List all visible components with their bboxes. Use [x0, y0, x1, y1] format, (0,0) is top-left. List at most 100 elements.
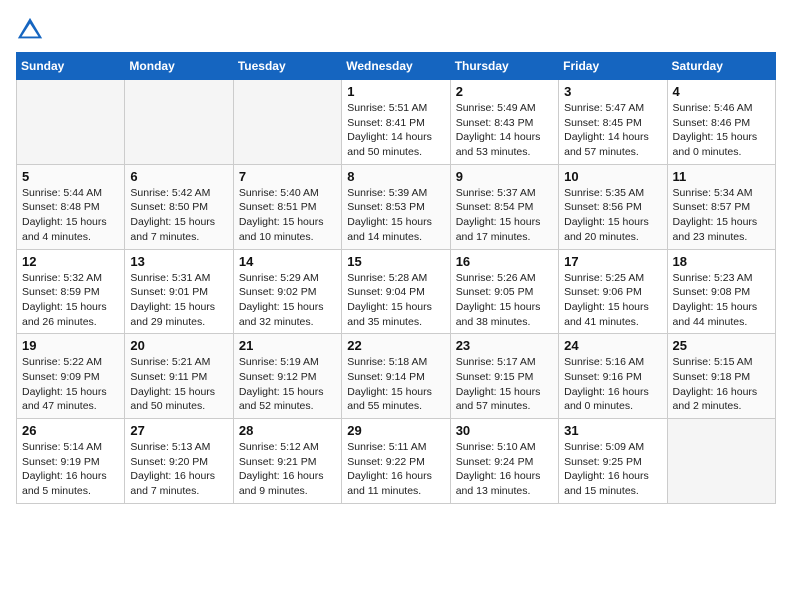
calendar-cell: 18 Sunrise: 5:23 AMSunset: 9:08 PMDayligh…	[667, 249, 775, 334]
day-number: 29	[347, 423, 444, 438]
calendar-cell: 25 Sunrise: 5:15 AMSunset: 9:18 PMDayligh…	[667, 334, 775, 419]
day-number: 24	[564, 338, 661, 353]
day-info: Sunrise: 5:29 AMSunset: 9:02 PMDaylight:…	[239, 271, 336, 330]
calendar-cell: 20Sunrise: 5:21 AMSunset: 9:11 PMDayligh…	[125, 334, 233, 419]
calendar-cell: 5 Sunrise: 5:44 AMSunset: 8:48 PMDaylight…	[17, 164, 125, 249]
day-number: 18	[673, 254, 770, 269]
calendar-cell: 13 Sunrise: 5:31 AMSunset: 9:01 PMDayligh…	[125, 249, 233, 334]
calendar-cell: 16 Sunrise: 5:26 AMSunset: 9:05 PMDayligh…	[450, 249, 558, 334]
day-info: Sunrise: 5:10 AMSunset: 9:24 PMDaylight:…	[456, 440, 553, 499]
day-info: Sunrise: 5:49 AMSunset: 8:43 PMDaylight:…	[456, 101, 553, 160]
day-number: 3	[564, 84, 661, 99]
calendar-cell: 31 Sunrise: 5:09 AMSunset: 9:25 PMDayligh…	[559, 419, 667, 504]
weekday-header-tuesday: Tuesday	[233, 53, 341, 80]
weekday-header-sunday: Sunday	[17, 53, 125, 80]
calendar-cell	[233, 80, 341, 165]
day-info: Sunrise: 5:39 AMSunset: 8:53 PMDaylight:…	[347, 186, 444, 245]
day-info: Sunrise: 5:13 AMSunset: 9:20 PMDaylight:…	[130, 440, 227, 499]
day-number: 9	[456, 169, 553, 184]
calendar-cell	[667, 419, 775, 504]
day-info: Sunrise: 5:12 AMSunset: 9:21 PMDaylight:…	[239, 440, 336, 499]
calendar-cell: 1 Sunrise: 5:51 AMSunset: 8:41 PMDaylight…	[342, 80, 450, 165]
calendar-cell: 7 Sunrise: 5:40 AMSunset: 8:51 PMDaylight…	[233, 164, 341, 249]
day-info: Sunrise: 5:40 AMSunset: 8:51 PMDaylight:…	[239, 186, 336, 245]
day-number: 13	[130, 254, 227, 269]
day-info: Sunrise: 5:19 AMSunset: 9:12 PMDaylight:…	[239, 355, 336, 414]
day-number: 1	[347, 84, 444, 99]
calendar-cell: 29 Sunrise: 5:11 AMSunset: 9:22 PMDayligh…	[342, 419, 450, 504]
day-info: Sunrise: 5:51 AMSunset: 8:41 PMDaylight:…	[347, 101, 444, 160]
day-info: Sunrise: 5:26 AMSunset: 9:05 PMDaylight:…	[456, 271, 553, 330]
calendar-cell: 9Sunrise: 5:37 AMSunset: 8:54 PMDaylight…	[450, 164, 558, 249]
day-info: Sunrise: 5:21 AMSunset: 9:11 PMDaylight:…	[130, 355, 227, 414]
day-number: 27	[130, 423, 227, 438]
calendar-cell: 14 Sunrise: 5:29 AMSunset: 9:02 PMDayligh…	[233, 249, 341, 334]
day-info: Sunrise: 5:28 AMSunset: 9:04 PMDaylight:…	[347, 271, 444, 330]
logo	[16, 16, 48, 44]
day-number: 10	[564, 169, 661, 184]
day-info: Sunrise: 5:09 AMSunset: 9:25 PMDaylight:…	[564, 440, 661, 499]
day-info: Sunrise: 5:34 AMSunset: 8:57 PMDaylight:…	[673, 186, 770, 245]
calendar-cell: 12 Sunrise: 5:32 AMSunset: 8:59 PMDayligh…	[17, 249, 125, 334]
calendar-cell: 23 Sunrise: 5:17 AMSunset: 9:15 PMDayligh…	[450, 334, 558, 419]
day-info: Sunrise: 5:23 AMSunset: 9:08 PMDaylight:…	[673, 271, 770, 330]
day-number: 8	[347, 169, 444, 184]
day-number: 12	[22, 254, 119, 269]
weekday-header-wednesday: Wednesday	[342, 53, 450, 80]
day-number: 25	[673, 338, 770, 353]
day-number: 19	[22, 338, 119, 353]
day-info: Sunrise: 5:46 AMSunset: 8:46 PMDaylight:…	[673, 101, 770, 160]
week-row-2: 5 Sunrise: 5:44 AMSunset: 8:48 PMDaylight…	[17, 164, 776, 249]
day-number: 21	[239, 338, 336, 353]
day-number: 6	[130, 169, 227, 184]
day-info: Sunrise: 5:14 AMSunset: 9:19 PMDaylight:…	[22, 440, 119, 499]
weekday-header-friday: Friday	[559, 53, 667, 80]
day-number: 31	[564, 423, 661, 438]
weekday-header-row: SundayMondayTuesdayWednesdayThursdayFrid…	[17, 53, 776, 80]
day-number: 4	[673, 84, 770, 99]
day-number: 11	[673, 169, 770, 184]
day-number: 23	[456, 338, 553, 353]
day-number: 5	[22, 169, 119, 184]
day-number: 26	[22, 423, 119, 438]
weekday-header-saturday: Saturday	[667, 53, 775, 80]
day-info: Sunrise: 5:47 AMSunset: 8:45 PMDaylight:…	[564, 101, 661, 160]
week-row-5: 26 Sunrise: 5:14 AMSunset: 9:19 PMDayligh…	[17, 419, 776, 504]
day-number: 14	[239, 254, 336, 269]
calendar-cell: 27 Sunrise: 5:13 AMSunset: 9:20 PMDayligh…	[125, 419, 233, 504]
day-info: Sunrise: 5:17 AMSunset: 9:15 PMDaylight:…	[456, 355, 553, 414]
day-info: Sunrise: 5:35 AMSunset: 8:56 PMDaylight:…	[564, 186, 661, 245]
weekday-header-thursday: Thursday	[450, 53, 558, 80]
calendar-table: SundayMondayTuesdayWednesdayThursdayFrid…	[16, 52, 776, 504]
day-info: Sunrise: 5:16 AMSunset: 9:16 PMDaylight:…	[564, 355, 661, 414]
day-number: 30	[456, 423, 553, 438]
calendar-cell: 24 Sunrise: 5:16 AMSunset: 9:16 PMDayligh…	[559, 334, 667, 419]
day-info: Sunrise: 5:31 AMSunset: 9:01 PMDaylight:…	[130, 271, 227, 330]
calendar-cell	[125, 80, 233, 165]
day-number: 28	[239, 423, 336, 438]
calendar-cell: 3 Sunrise: 5:47 AMSunset: 8:45 PMDaylight…	[559, 80, 667, 165]
day-number: 7	[239, 169, 336, 184]
day-number: 15	[347, 254, 444, 269]
day-info: Sunrise: 5:44 AMSunset: 8:48 PMDaylight:…	[22, 186, 119, 245]
day-info: Sunrise: 5:32 AMSunset: 8:59 PMDaylight:…	[22, 271, 119, 330]
logo-icon	[16, 16, 44, 44]
day-info: Sunrise: 5:11 AMSunset: 9:22 PMDaylight:…	[347, 440, 444, 499]
day-info: Sunrise: 5:15 AMSunset: 9:18 PMDaylight:…	[673, 355, 770, 414]
week-row-1: 1 Sunrise: 5:51 AMSunset: 8:41 PMDaylight…	[17, 80, 776, 165]
calendar-cell: 19 Sunrise: 5:22 AMSunset: 9:09 PMDayligh…	[17, 334, 125, 419]
calendar-cell: 22Sunrise: 5:18 AMSunset: 9:14 PMDayligh…	[342, 334, 450, 419]
calendar-cell: 17Sunrise: 5:25 AMSunset: 9:06 PMDayligh…	[559, 249, 667, 334]
day-number: 2	[456, 84, 553, 99]
day-number: 16	[456, 254, 553, 269]
calendar-cell: 11 Sunrise: 5:34 AMSunset: 8:57 PMDayligh…	[667, 164, 775, 249]
day-info: Sunrise: 5:25 AMSunset: 9:06 PMDaylight:…	[564, 271, 661, 330]
calendar-cell: 28 Sunrise: 5:12 AMSunset: 9:21 PMDayligh…	[233, 419, 341, 504]
day-info: Sunrise: 5:22 AMSunset: 9:09 PMDaylight:…	[22, 355, 119, 414]
calendar-cell: 2 Sunrise: 5:49 AMSunset: 8:43 PMDaylight…	[450, 80, 558, 165]
calendar-cell: 6Sunrise: 5:42 AMSunset: 8:50 PMDaylight…	[125, 164, 233, 249]
calendar-cell: 4 Sunrise: 5:46 AMSunset: 8:46 PMDaylight…	[667, 80, 775, 165]
week-row-3: 12 Sunrise: 5:32 AMSunset: 8:59 PMDayligh…	[17, 249, 776, 334]
calendar-cell: 26 Sunrise: 5:14 AMSunset: 9:19 PMDayligh…	[17, 419, 125, 504]
calendar-cell: 15 Sunrise: 5:28 AMSunset: 9:04 PMDayligh…	[342, 249, 450, 334]
